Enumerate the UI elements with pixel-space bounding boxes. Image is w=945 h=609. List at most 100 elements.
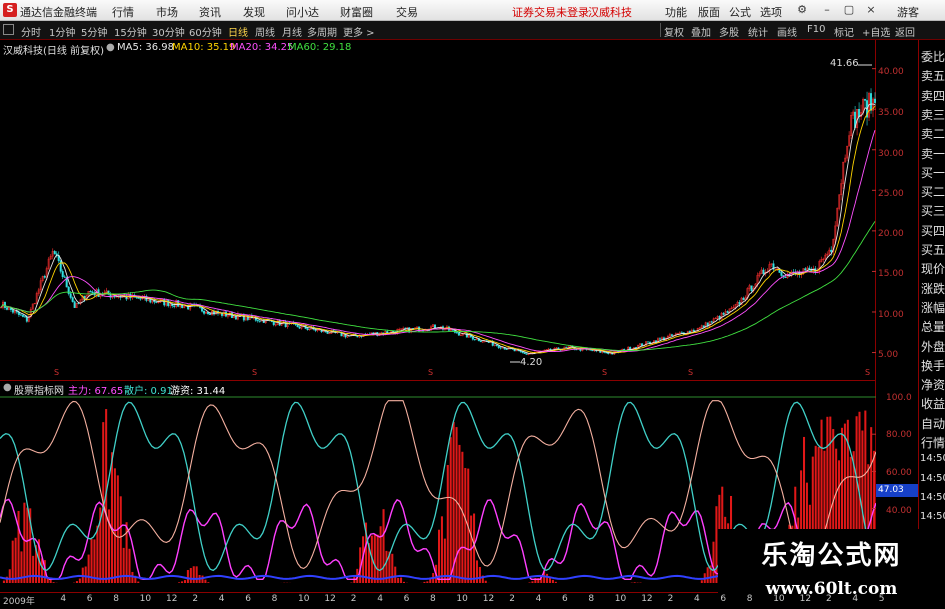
period-30min[interactable]: 30分钟 <box>152 24 185 39</box>
menu-banmian[interactable]: 版面 <box>698 4 720 20</box>
current-value-badge: 47.03 <box>876 484 918 497</box>
trade-login-notice[interactable]: 证券交易未登录 <box>512 4 589 20</box>
candle-body <box>647 341 650 343</box>
time-tick: 10 <box>614 594 627 604</box>
time-tick: 2 <box>509 594 515 604</box>
candle-body <box>692 329 695 332</box>
fund-bar <box>119 496 122 583</box>
close-icon[interactable]: × <box>864 3 878 17</box>
minimize-icon[interactable]: – <box>820 3 834 17</box>
price-tick: 5.00 <box>878 350 899 360</box>
sidebar-label: 涨幅 <box>921 300 945 315</box>
btn-f10[interactable]: F10 <box>807 24 825 35</box>
guest-label[interactable]: 游客 <box>897 4 919 20</box>
menu-hangqing[interactable]: 行情 <box>112 4 134 20</box>
btn-biaoji[interactable]: 标记 <box>834 24 854 39</box>
btn-fuquan[interactable]: 复权 <box>664 24 684 39</box>
candle-body <box>21 314 24 317</box>
menu-zixun[interactable]: 资讯 <box>199 4 221 20</box>
time-tick: 6 <box>245 594 251 604</box>
candle-body <box>163 299 166 306</box>
time-tick: 2009年 <box>3 597 35 607</box>
period-15min[interactable]: 15分钟 <box>114 24 147 39</box>
btn-duogu[interactable]: 多股 <box>719 24 739 39</box>
menu-xuanxiang[interactable]: 选项 <box>760 4 782 20</box>
btn-huaxian[interactable]: 画线 <box>777 24 797 39</box>
candle-body <box>256 320 259 322</box>
high-price-label: 41.66 <box>830 58 859 69</box>
kline-chart[interactable] <box>0 40 877 380</box>
period-month[interactable]: 月线 <box>282 24 302 39</box>
menu-caifuquan[interactable]: 财富圈 <box>340 4 373 20</box>
candle-body <box>459 334 462 336</box>
restore-icon[interactable]: ▢ <box>842 3 856 17</box>
ma5-line <box>0 103 876 355</box>
fund-bar <box>706 567 709 583</box>
time-tick: 4 <box>60 594 67 604</box>
candle-body <box>505 348 508 350</box>
time-tick: 2 <box>192 594 199 604</box>
marker-s: S <box>688 368 694 377</box>
sidebar-label: 买二 <box>921 185 945 200</box>
fund-bar <box>528 582 531 583</box>
fund-bar <box>17 510 20 583</box>
sidebar-label: 委比 <box>921 50 945 64</box>
time-tick: 4 <box>377 594 383 604</box>
time-tick: 12 <box>166 594 178 604</box>
sidebar-label: 买五 <box>921 243 945 257</box>
candle-body <box>328 333 331 335</box>
sidebar-label: 14:50 <box>920 453 945 465</box>
menu-gongneng[interactable]: 功能 <box>665 4 687 20</box>
menu-shichang[interactable]: 市场 <box>156 4 178 20</box>
candle-body <box>296 324 299 328</box>
period-60min[interactable]: 60分钟 <box>189 24 222 39</box>
candle-body <box>784 276 787 279</box>
time-tick: 6 <box>86 594 93 604</box>
candle-body <box>71 297 74 302</box>
fund-bar <box>40 558 43 583</box>
time-tick: 6 <box>562 594 568 604</box>
sidebar-label: 卖二 <box>921 127 945 142</box>
marker-s: S <box>54 368 60 377</box>
period-week[interactable]: 周线 <box>255 24 275 39</box>
app-window: { "app":{"logo":"S","title":"通达信金融终端","m… <box>0 0 945 609</box>
zhuli-label: 主力: 67.65 <box>68 386 124 397</box>
sidebar-label: 14:50 <box>920 491 945 503</box>
settings-dot-icon[interactable]: ● <box>106 42 115 53</box>
price-axis <box>876 40 918 608</box>
candle-body <box>203 311 206 314</box>
candle-body <box>326 331 329 334</box>
ma10-label: MA10: 35.19 <box>172 42 236 53</box>
sidebar-label: 14:50 <box>920 472 945 484</box>
collapse-icon[interactable] <box>3 24 14 35</box>
sidebar-label: 收益 <box>921 397 945 412</box>
candle-body <box>670 334 673 337</box>
period-1min[interactable]: 1分钟 <box>49 24 75 39</box>
menu-faxian[interactable]: 发现 <box>243 4 265 20</box>
price-tick: 10.00 <box>878 310 904 320</box>
period-5min[interactable]: 5分钟 <box>81 24 107 39</box>
sidebar-label: 现价 <box>921 262 945 277</box>
fund-bar <box>189 568 192 583</box>
menu-jiaoyi[interactable]: 交易 <box>396 4 418 20</box>
btn-diejia[interactable]: 叠加 <box>691 24 711 39</box>
indicator-settings-icon[interactable]: ● <box>3 382 12 393</box>
period-day[interactable]: 日线 <box>228 24 248 39</box>
gear-icon[interactable]: ⚙ <box>795 3 809 17</box>
period-more[interactable]: 更多 > <box>343 24 375 39</box>
candle-body <box>497 345 500 348</box>
candle-body <box>129 293 132 299</box>
menu-wenxiaoda[interactable]: 问小达 <box>286 4 319 20</box>
menu-gongshi[interactable]: 公式 <box>729 4 751 20</box>
candle-body <box>473 339 476 341</box>
btn-tongji[interactable]: 统计 <box>748 24 768 39</box>
btn-zixuan[interactable]: +自选 <box>862 24 890 39</box>
app-title: 通达信金融终端 <box>20 6 97 19</box>
period-fenshi[interactable]: 分时 <box>21 24 41 39</box>
candle-body <box>167 300 170 307</box>
indicator-name: 股票指标网 <box>14 386 64 397</box>
sidebar-label: 行情 <box>921 436 945 450</box>
period-multi[interactable]: 多周期 <box>307 24 337 39</box>
sub-tick: 100.0 <box>886 393 912 403</box>
btn-fanhui[interactable]: 返回 <box>895 24 915 39</box>
